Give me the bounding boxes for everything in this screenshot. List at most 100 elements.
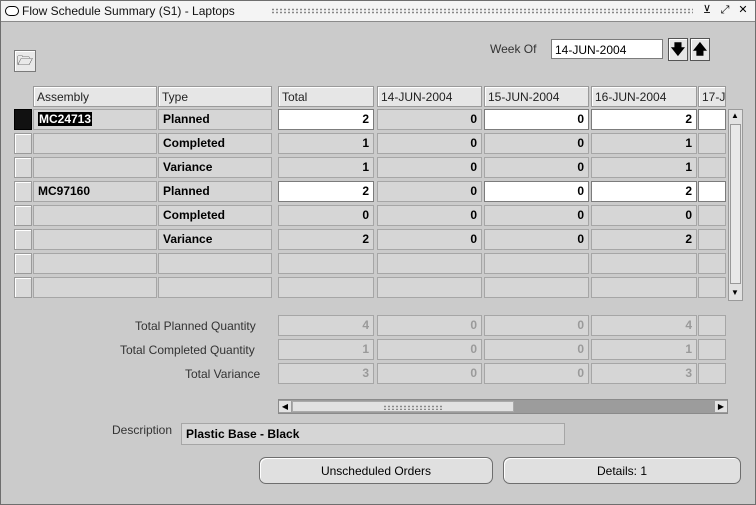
total-cell[interactable] bbox=[278, 253, 374, 274]
details-button[interactable]: Details: 1 bbox=[503, 457, 741, 484]
assembly-cell[interactable] bbox=[33, 157, 157, 178]
assembly-cell[interactable]: MC24713 bbox=[33, 109, 157, 130]
total-completed-day: 1 bbox=[591, 339, 697, 360]
row-selector[interactable] bbox=[14, 133, 32, 154]
description-label: Description bbox=[112, 423, 173, 437]
scroll-thumb[interactable] bbox=[730, 124, 741, 284]
horizontal-scrollbar[interactable]: ◀ ▶ bbox=[278, 399, 728, 414]
scroll-thumb[interactable] bbox=[292, 401, 514, 412]
close-icon[interactable]: ✕ bbox=[737, 4, 749, 17]
day-cell[interactable]: 2 bbox=[591, 109, 697, 130]
assembly-cell[interactable] bbox=[33, 229, 157, 250]
total-planned-day bbox=[698, 315, 726, 336]
day-cell[interactable] bbox=[484, 253, 589, 274]
total-variance-label: Total Variance bbox=[185, 367, 261, 381]
total-cell[interactable]: 1 bbox=[278, 133, 374, 154]
day-cell[interactable] bbox=[377, 253, 482, 274]
type-cell[interactable]: Variance bbox=[158, 229, 272, 250]
total-completed-day bbox=[698, 339, 726, 360]
total-cell[interactable]: 1 bbox=[278, 157, 374, 178]
type-cell[interactable]: Variance bbox=[158, 157, 272, 178]
total-cell[interactable]: 2 bbox=[278, 181, 374, 202]
title-bar: Flow Schedule Summary (S1) - Laptops ⊻ ⤢… bbox=[1, 1, 755, 22]
week-of-field[interactable]: 14-JUN-2004 bbox=[551, 39, 663, 59]
vertical-scrollbar[interactable]: ▲ ▼ bbox=[728, 109, 743, 301]
assembly-cell[interactable]: MC97160 bbox=[33, 181, 157, 202]
total-variance-day: 0 bbox=[377, 363, 482, 384]
row-selector[interactable] bbox=[14, 253, 32, 274]
day-cell[interactable]: 0 bbox=[377, 181, 482, 202]
day-cell[interactable]: 0 bbox=[377, 133, 482, 154]
total-completed-day: 0 bbox=[484, 339, 589, 360]
total-cell[interactable] bbox=[278, 277, 374, 298]
scroll-down-icon[interactable]: ▼ bbox=[731, 288, 739, 298]
day-cell[interactable]: 0 bbox=[377, 157, 482, 178]
scroll-up-icon[interactable]: ▲ bbox=[731, 111, 739, 121]
row-selector[interactable] bbox=[14, 205, 32, 226]
week-of-label: Week Of bbox=[490, 42, 537, 56]
row-selector[interactable] bbox=[14, 229, 32, 250]
day-cell[interactable] bbox=[698, 133, 726, 154]
day-cell[interactable] bbox=[591, 253, 697, 274]
minimize-icon[interactable]: ⊻ bbox=[701, 4, 713, 17]
total-cell[interactable]: 2 bbox=[278, 229, 374, 250]
day-cell[interactable]: 2 bbox=[591, 229, 697, 250]
restore-icon[interactable]: ⤢ bbox=[719, 4, 731, 17]
day-cell[interactable] bbox=[698, 181, 726, 202]
day-cell[interactable] bbox=[698, 205, 726, 226]
header-total: Total bbox=[278, 86, 374, 107]
type-cell[interactable] bbox=[158, 277, 272, 298]
assembly-cell[interactable] bbox=[33, 253, 157, 274]
assembly-cell[interactable] bbox=[33, 205, 157, 226]
scroll-left-icon[interactable]: ◀ bbox=[279, 401, 291, 412]
type-cell[interactable]: Completed bbox=[158, 205, 272, 226]
day-cell[interactable]: 2 bbox=[591, 181, 697, 202]
day-cell[interactable] bbox=[484, 277, 589, 298]
row-selector[interactable] bbox=[14, 157, 32, 178]
total-cell[interactable]: 2 bbox=[278, 109, 374, 130]
header-day-2: 15-JUN-2004 bbox=[484, 86, 589, 107]
total-variance-total: 3 bbox=[278, 363, 374, 384]
type-cell[interactable]: Planned bbox=[158, 109, 272, 130]
total-variance-day: 3 bbox=[591, 363, 697, 384]
day-cell[interactable] bbox=[698, 229, 726, 250]
day-cell[interactable]: 0 bbox=[484, 205, 589, 226]
day-cell[interactable]: 0 bbox=[484, 109, 589, 130]
total-cell[interactable]: 0 bbox=[278, 205, 374, 226]
arrow-up-icon[interactable]: 🡅 bbox=[690, 38, 710, 61]
day-cell[interactable]: 0 bbox=[484, 181, 589, 202]
day-cell[interactable] bbox=[591, 277, 697, 298]
day-cell[interactable]: 0 bbox=[484, 133, 589, 154]
assembly-cell[interactable] bbox=[33, 133, 157, 154]
unscheduled-orders-button[interactable]: Unscheduled Orders bbox=[259, 457, 493, 484]
type-cell[interactable]: Completed bbox=[158, 133, 272, 154]
day-cell[interactable]: 0 bbox=[484, 229, 589, 250]
day-cell[interactable] bbox=[698, 109, 726, 130]
day-cell[interactable] bbox=[698, 157, 726, 178]
type-cell[interactable] bbox=[158, 253, 272, 274]
day-cell[interactable]: 0 bbox=[377, 109, 482, 130]
day-cell[interactable]: 0 bbox=[484, 157, 589, 178]
day-cell[interactable] bbox=[698, 277, 726, 298]
day-cell[interactable]: 0 bbox=[591, 205, 697, 226]
day-cell[interactable]: 1 bbox=[591, 133, 697, 154]
day-cell[interactable] bbox=[698, 253, 726, 274]
scroll-right-icon[interactable]: ▶ bbox=[715, 401, 727, 412]
flow-schedule-window: Flow Schedule Summary (S1) - Laptops ⊻ ⤢… bbox=[0, 0, 756, 505]
day-cell[interactable]: 1 bbox=[591, 157, 697, 178]
day-cell[interactable]: 0 bbox=[377, 229, 482, 250]
day-cell[interactable]: 0 bbox=[377, 205, 482, 226]
folder-icon[interactable]: 🗁 bbox=[14, 50, 36, 72]
total-completed-day: 0 bbox=[377, 339, 482, 360]
total-planned-day: 0 bbox=[377, 315, 482, 336]
row-selector[interactable] bbox=[14, 277, 32, 298]
type-cell[interactable]: Planned bbox=[158, 181, 272, 202]
arrow-down-icon[interactable]: 🡇 bbox=[668, 38, 688, 61]
row-selector[interactable] bbox=[14, 181, 32, 202]
day-cell[interactable] bbox=[377, 277, 482, 298]
window-title: Flow Schedule Summary (S1) - Laptops bbox=[22, 4, 235, 18]
assembly-cell[interactable] bbox=[33, 277, 157, 298]
window-icon bbox=[5, 6, 19, 16]
row-selector[interactable] bbox=[14, 109, 32, 130]
description-field[interactable]: Plastic Base - Black bbox=[181, 423, 565, 445]
